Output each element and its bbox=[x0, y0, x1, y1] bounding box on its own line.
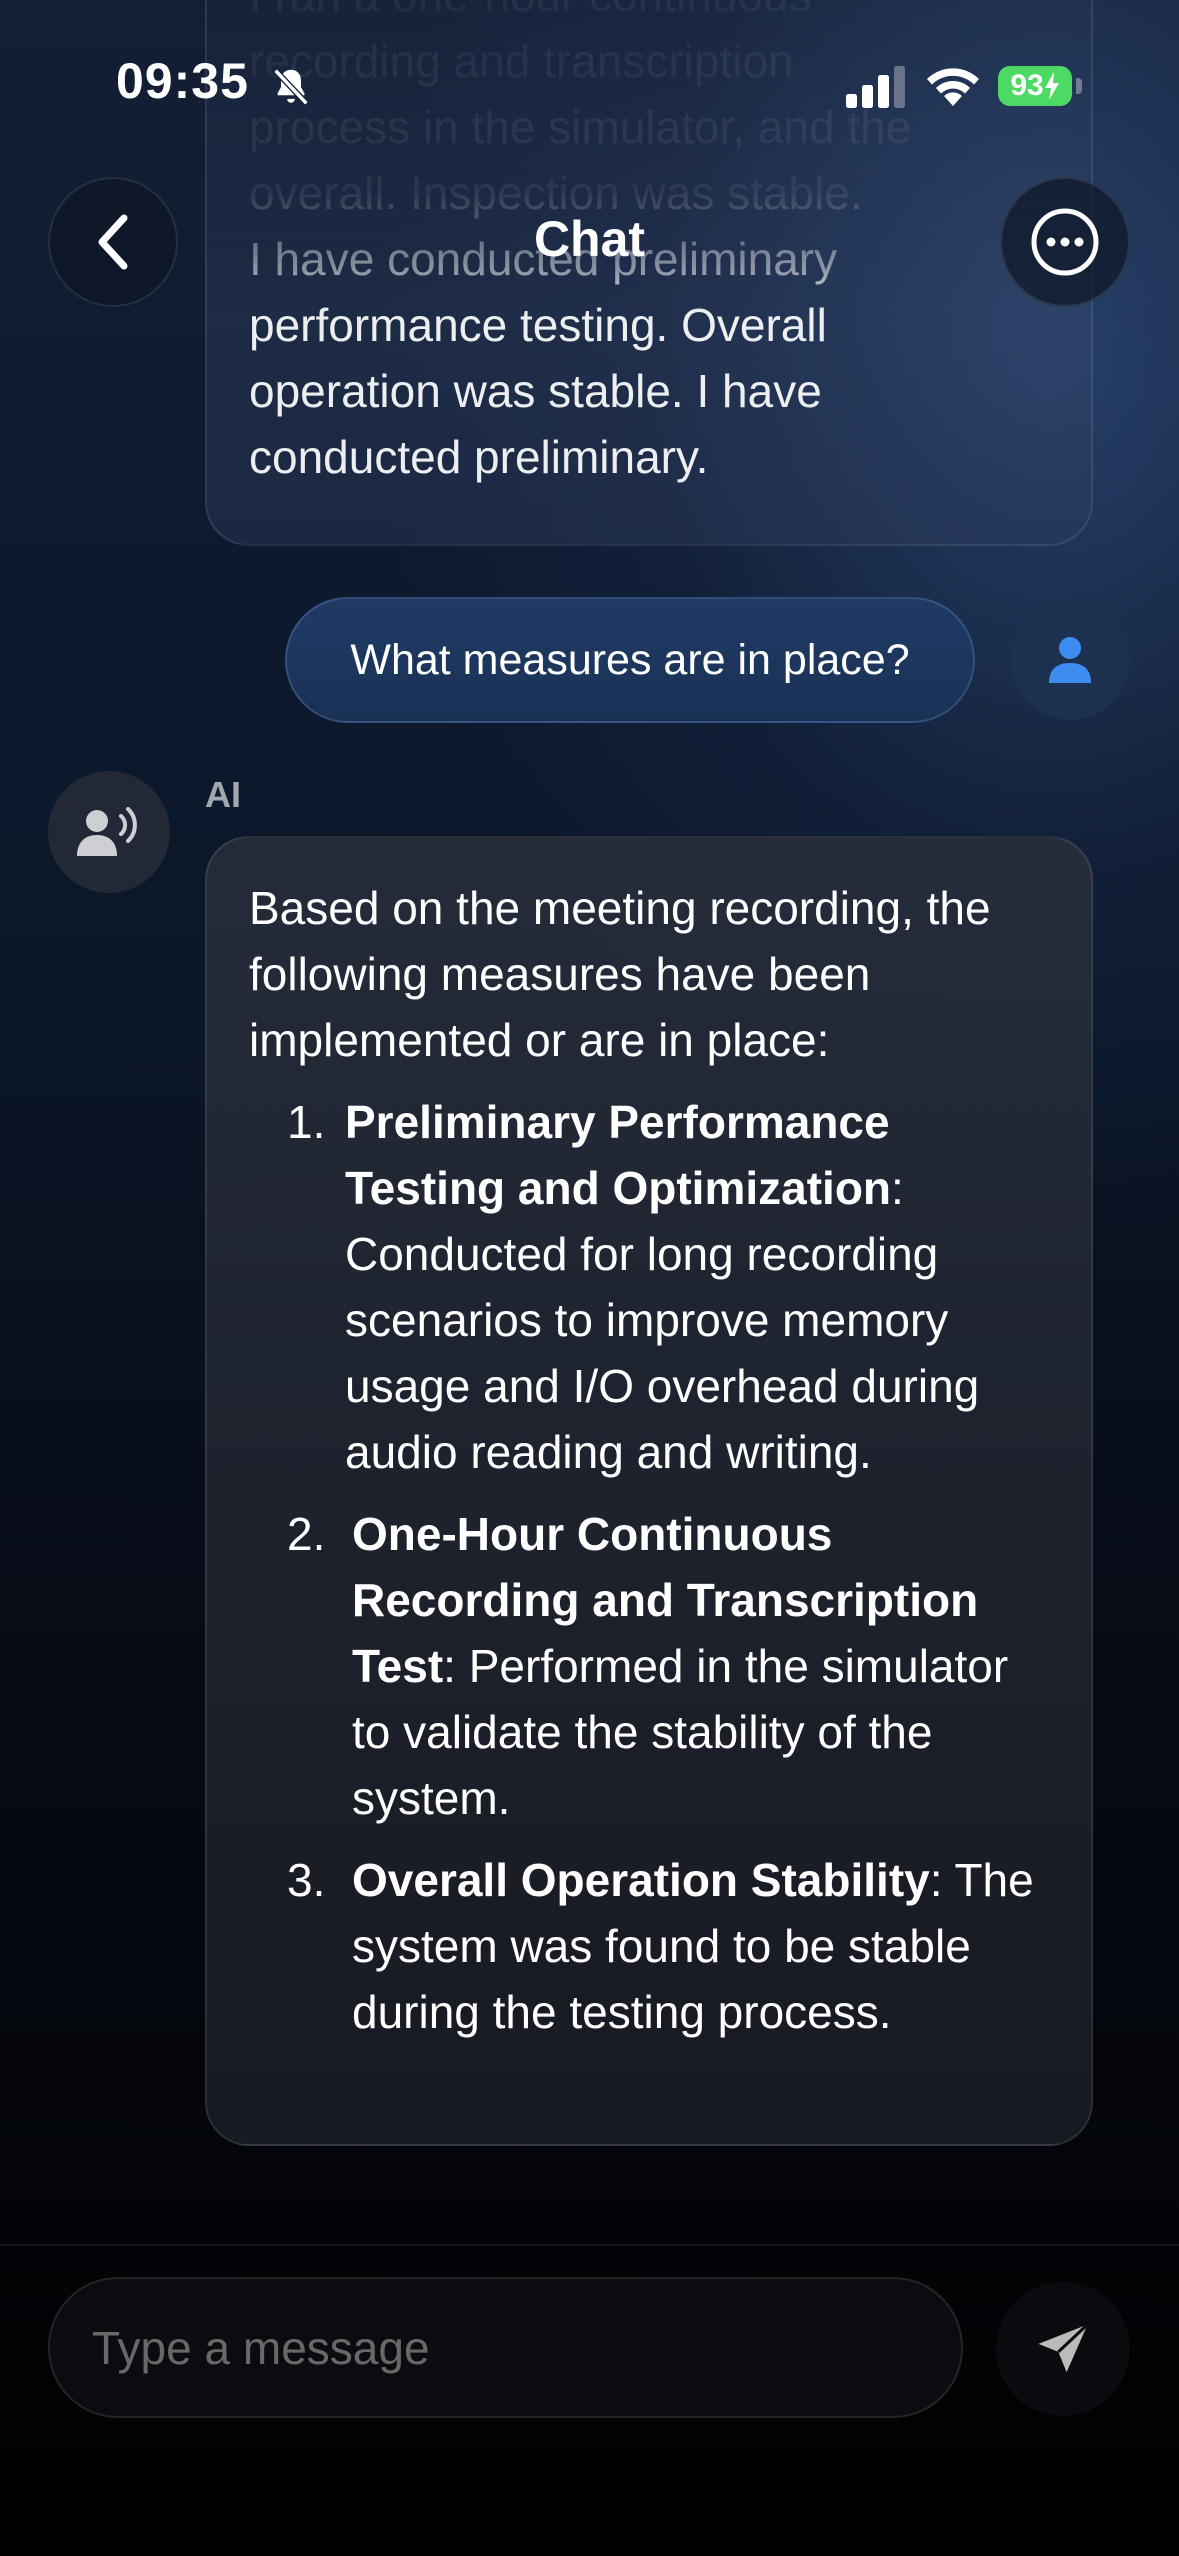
list-item: 2. One-Hour Continuous Recording and Tra… bbox=[249, 1501, 1051, 1831]
user-message-text: What measures are in place? bbox=[350, 635, 910, 684]
list-item-number: 3. bbox=[287, 1854, 326, 1906]
send-button[interactable] bbox=[996, 2282, 1130, 2416]
list-item-number: 2. bbox=[287, 1508, 326, 1560]
charging-bolt-icon bbox=[1044, 72, 1059, 100]
list-item-body: Preliminary Performance Testing and Opti… bbox=[345, 1096, 980, 1478]
list-item: 3. Overall Operation Stability: The syst… bbox=[249, 1847, 1051, 2045]
list-item-title: Overall Operation Stability bbox=[352, 1854, 930, 1906]
send-icon bbox=[1038, 2323, 1089, 2373]
user-message-bubble: What measures are in place? bbox=[285, 597, 975, 723]
list-item-body: Overall Operation Stability: The system … bbox=[352, 1854, 1034, 2038]
user-avatar[interactable] bbox=[1010, 600, 1130, 720]
list-item-text: Conducted for long recording scenarios t… bbox=[345, 1228, 980, 1478]
previous-line: performance testing. Overall bbox=[249, 299, 827, 351]
ai-sender-label: AI bbox=[205, 774, 241, 815]
cellular-signal-icon bbox=[846, 66, 905, 108]
user-icon bbox=[1049, 637, 1091, 683]
status-time: 09:35 bbox=[116, 53, 249, 109]
list-item-text: Performed in the simulator to validate t… bbox=[352, 1640, 1009, 1824]
previous-line: operation was stable. I have bbox=[249, 365, 822, 417]
battery-cap bbox=[1076, 78, 1082, 94]
ai-message-bubble: Based on the meeting recording, the foll… bbox=[205, 836, 1093, 2146]
composer-divider bbox=[0, 2244, 1179, 2246]
list-item-body: One-Hour Continuous Recording and Transc… bbox=[352, 1508, 1009, 1824]
list-item-number: 1. bbox=[287, 1096, 326, 1148]
battery-level: 93 bbox=[1010, 69, 1044, 102]
message-input[interactable] bbox=[48, 2277, 963, 2418]
bell-muted-icon bbox=[273, 68, 309, 106]
ai-avatar[interactable] bbox=[48, 771, 170, 893]
status-bar: 09:35 93 bbox=[0, 0, 1179, 170]
list-item-title: Preliminary Performance Testing and Opti… bbox=[345, 1096, 892, 1214]
more-options-button[interactable] bbox=[1000, 177, 1130, 307]
list-item: 1. Preliminary Performance Testing and O… bbox=[249, 1089, 1051, 1485]
wifi-icon bbox=[927, 68, 979, 106]
more-horizontal-icon bbox=[1031, 208, 1099, 276]
ai-message-intro: Based on the meeting recording, the foll… bbox=[249, 882, 991, 1066]
battery-indicator: 93 bbox=[998, 66, 1072, 106]
voice-speaker-icon bbox=[77, 807, 137, 856]
previous-line: conducted preliminary. bbox=[249, 431, 709, 483]
